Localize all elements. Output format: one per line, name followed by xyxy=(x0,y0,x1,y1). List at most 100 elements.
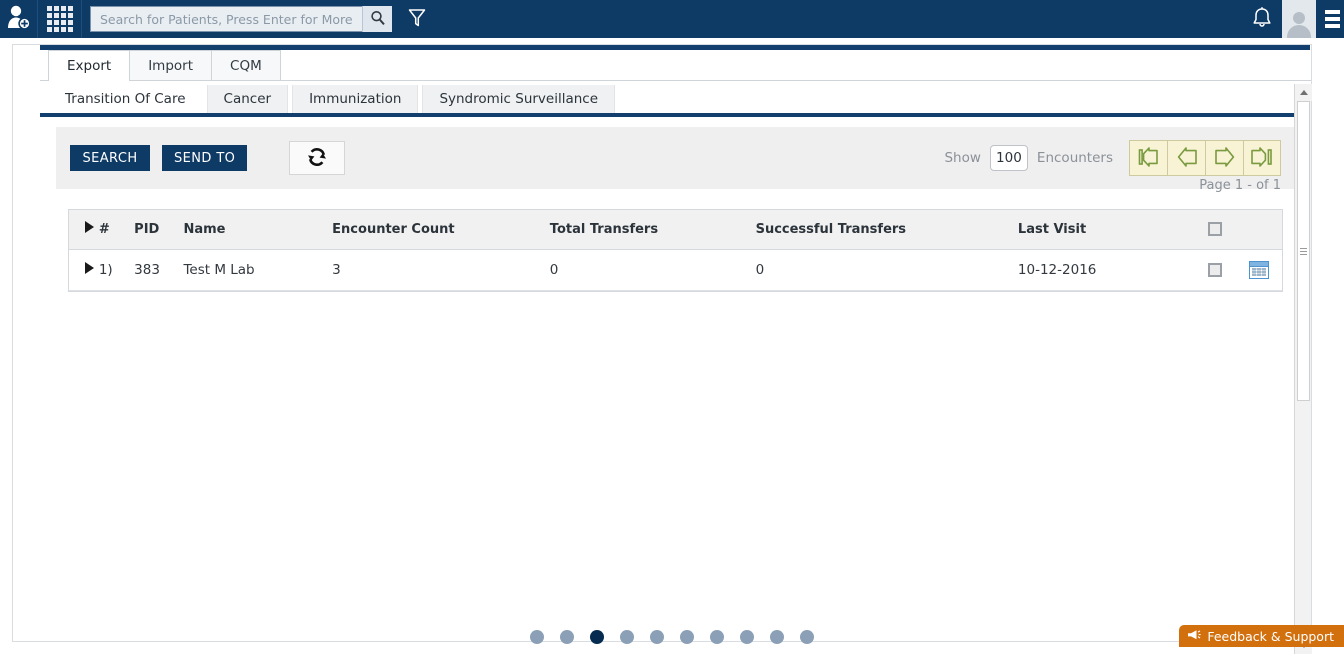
carousel-dot-1[interactable] xyxy=(530,630,544,644)
subtab-syndromic-surveillance[interactable]: Syndromic Surveillance xyxy=(422,85,616,113)
feedback-support-label: Feedback & Support xyxy=(1207,628,1334,644)
refresh-icon xyxy=(305,145,329,172)
tab-cqm[interactable]: CQM xyxy=(211,50,281,80)
row-total-transfers: 0 xyxy=(549,249,756,291)
row-action-cell xyxy=(1236,249,1282,291)
add-user-icon xyxy=(7,4,31,34)
show-label: Show xyxy=(944,150,981,166)
first-page-button[interactable] xyxy=(1129,140,1167,176)
vertical-scrollbar[interactable] xyxy=(1294,84,1312,654)
row-select-cell xyxy=(1193,249,1237,291)
col-pid: PID xyxy=(134,210,184,250)
next-page-button[interactable] xyxy=(1205,140,1243,176)
col-total-transfers: Total Transfers xyxy=(549,210,756,250)
menu-bars-icon xyxy=(1324,10,1340,14)
user-avatar-button[interactable] xyxy=(1282,0,1316,38)
row-index: 1) xyxy=(98,249,135,291)
subtab-immunization-label: Immunization xyxy=(309,91,402,107)
col-last-visit: Last Visit xyxy=(1017,210,1194,250)
filter-button[interactable] xyxy=(402,4,432,34)
encounters-label: Encounters xyxy=(1036,150,1113,166)
col-index: # xyxy=(98,210,135,250)
col-name: Name xyxy=(183,210,333,250)
encounters-table: # PID Name Encounter Count Total Transfe… xyxy=(68,209,1283,292)
col-successful-transfers: Successful Transfers xyxy=(755,210,1018,250)
subtab-cancer-label: Cancer xyxy=(223,91,272,107)
col-encounter-count: Encounter Count xyxy=(332,210,550,250)
carousel-dot-3[interactable] xyxy=(590,630,604,644)
row-successful-transfers: 0 xyxy=(755,249,1018,291)
subtab-transition-of-care-label: Transition Of Care xyxy=(65,91,186,107)
last-page-button[interactable] xyxy=(1243,140,1281,176)
row-name: Test M Lab xyxy=(183,249,333,291)
tab-cqm-label: CQM xyxy=(230,57,262,74)
grid-view-icon[interactable] xyxy=(1249,260,1270,279)
carousel-pagination xyxy=(0,630,1344,644)
row-expand-cell xyxy=(69,249,99,291)
previous-page-icon xyxy=(1175,146,1199,170)
encounter-count-input[interactable] xyxy=(989,145,1028,171)
scroll-up-arrow-icon xyxy=(1299,90,1308,95)
col-actions xyxy=(1236,210,1282,250)
expand-row-arrow-icon[interactable] xyxy=(85,261,94,274)
row-encounter-count: 3 xyxy=(332,249,550,291)
search-input[interactable] xyxy=(90,6,392,32)
table-row[interactable]: 1) 383 Test M Lab 3 0 0 10-12-2016 xyxy=(69,249,1282,291)
carousel-dot-8[interactable] xyxy=(740,630,754,644)
subtab-immunization[interactable]: Immunization xyxy=(292,85,419,113)
select-all-checkbox[interactable] xyxy=(1208,222,1223,237)
last-page-icon xyxy=(1250,146,1274,170)
search-icon xyxy=(370,10,386,29)
top-header-bar xyxy=(0,0,1344,38)
scrollbar-grip-icon xyxy=(1300,247,1307,255)
left-gutter xyxy=(12,44,40,642)
subtab-transition-of-care[interactable]: Transition Of Care xyxy=(48,85,203,113)
refresh-button[interactable] xyxy=(289,141,346,175)
page-body: Export Import CQM Transition Of Care Can… xyxy=(0,38,1344,654)
scrollbar-thumb[interactable] xyxy=(1297,101,1310,401)
carousel-dot-2[interactable] xyxy=(560,630,574,644)
first-page-icon xyxy=(1137,146,1161,170)
carousel-dot-10[interactable] xyxy=(800,630,814,644)
carousel-dot-4[interactable] xyxy=(620,630,634,644)
add-patient-button[interactable] xyxy=(0,0,38,38)
apps-menu-button[interactable] xyxy=(38,0,82,38)
table-header-row: # PID Name Encounter Count Total Transfe… xyxy=(69,210,1282,250)
scroll-up-button[interactable] xyxy=(1295,84,1312,101)
scrollbar-track[interactable] xyxy=(1295,101,1312,637)
row-checkbox[interactable] xyxy=(1208,262,1223,277)
carousel-dot-7[interactable] xyxy=(710,630,724,644)
primary-tab-bar: Export Import CQM xyxy=(40,50,1311,81)
send-to-button[interactable]: SEND TO xyxy=(162,145,248,171)
search-button[interactable]: SEARCH xyxy=(70,145,150,171)
subtab-syndromic-surveillance-label: Syndromic Surveillance xyxy=(439,91,599,107)
carousel-dot-6[interactable] xyxy=(680,630,694,644)
page-size-control: Show Encounters xyxy=(944,145,1113,171)
tab-export-label: Export xyxy=(67,58,112,74)
tab-import[interactable]: Import xyxy=(129,50,212,80)
expand-all-arrow-icon[interactable] xyxy=(85,221,94,234)
subtab-cancer[interactable]: Cancer xyxy=(206,85,289,113)
row-pid: 383 xyxy=(134,249,184,291)
action-toolbar: SEARCH SEND TO Show Encounters xyxy=(56,127,1295,193)
apps-grid-icon xyxy=(46,6,73,32)
header-right-actions xyxy=(1242,0,1344,38)
notifications-button[interactable] xyxy=(1242,0,1282,38)
col-expand xyxy=(69,210,99,250)
pagination-controls: Page 1 - of 1 xyxy=(1129,140,1281,193)
next-page-icon xyxy=(1213,146,1237,170)
previous-page-button[interactable] xyxy=(1167,140,1205,176)
carousel-dot-9[interactable] xyxy=(770,630,784,644)
tab-import-label: Import xyxy=(148,57,194,74)
secondary-tab-bar: Transition Of Care Cancer Immunization S… xyxy=(40,81,1311,117)
tab-export[interactable]: Export xyxy=(48,50,130,81)
content-panel: Export Import CQM Transition Of Care Can… xyxy=(40,44,1312,654)
carousel-dot-5[interactable] xyxy=(650,630,664,644)
feedback-support-button[interactable]: Feedback & Support xyxy=(1179,625,1344,647)
patient-search xyxy=(90,6,392,32)
search-submit-button[interactable] xyxy=(362,6,392,32)
main-menu-button[interactable] xyxy=(1316,0,1344,38)
megaphone-icon xyxy=(1187,629,1201,644)
bell-icon xyxy=(1251,6,1273,33)
row-last-visit: 10-12-2016 xyxy=(1017,249,1194,291)
